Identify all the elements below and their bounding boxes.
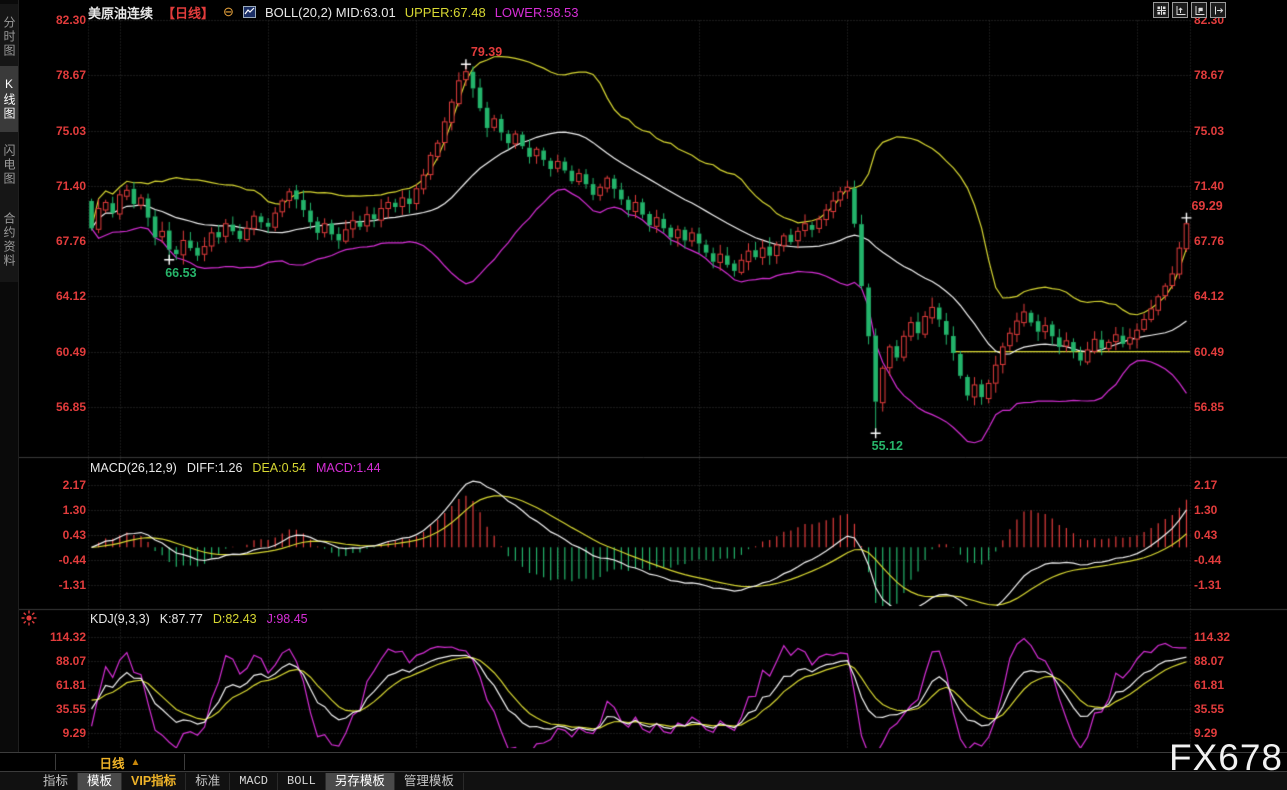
boll-upper-label: UPPER:67.48 — [405, 5, 486, 20]
macd-axis-label-right: 2.17 — [1194, 478, 1244, 492]
main-chart-header: 美原油连续 【日线】 ⊖ BOLL(20,2) MID:63.01 UPPER:… — [88, 4, 579, 20]
kdj-axis-label-right: 88.07 — [1194, 654, 1244, 668]
price-axis-label-left: 78.67 — [44, 68, 86, 82]
macd-axis-label-left: 0.43 — [44, 528, 86, 542]
price-axis-label-right: 75.03 — [1194, 124, 1244, 138]
price-annotation: 69.29 — [1191, 199, 1222, 213]
chart-type-sidebar: 分时图K线图闪电图合约资料 — [0, 0, 19, 790]
bottom-tab-indicator[interactable]: 指标 — [34, 773, 78, 790]
macd-axis-label-right: -0.44 — [1194, 553, 1244, 567]
kdj-axis-label-right: 61.81 — [1194, 678, 1244, 692]
bottom-tab-vip-indicator[interactable]: VIP指标 — [122, 773, 186, 790]
kdj-name: KDJ(9,3,3) — [90, 612, 150, 626]
macd-dea-value: DEA:0.54 — [252, 461, 306, 475]
kdj-panel-header: KDJ(9,3,3) K:87.77 D:82.43 J:98.45 — [90, 612, 308, 626]
macd-axis-label-left: -0.44 — [44, 553, 86, 567]
boll-lower-label: LOWER:58.53 — [495, 5, 579, 20]
indicator-toolbar: 指标模板VIP指标标准MACDBOLL另存模板管理模板 — [0, 771, 1287, 790]
price-annotation: 66.53 — [165, 266, 196, 280]
bottom-tab-save-template[interactable]: 另存模板 — [326, 773, 395, 790]
macd-axis-label-left: -1.31 — [44, 578, 86, 592]
price-axis-label-left: 71.40 — [44, 179, 86, 193]
shift-right-icon[interactable] — [1210, 2, 1226, 18]
chart-canvas[interactable] — [0, 0, 1287, 790]
collapse-icon[interactable]: ⊖ — [223, 4, 234, 20]
mini-chart-icon — [243, 6, 256, 18]
bottom-tab-standard[interactable]: 标准 — [186, 773, 230, 790]
price-axis-label-left: 75.03 — [44, 124, 86, 138]
macd-name: MACD(26,12,9) — [90, 461, 177, 475]
kdj-axis-label-right: 114.32 — [1194, 630, 1244, 644]
macd-diff-value: DIFF:1.26 — [187, 461, 243, 475]
price-axis-label-right: 64.12 — [1194, 289, 1244, 303]
period-tag: 【日线】 — [162, 3, 214, 22]
macd-axis-label-left: 1.30 — [44, 503, 86, 517]
kdj-d-value: D:82.43 — [213, 612, 257, 626]
kdj-j-value: J:98.45 — [267, 612, 308, 626]
boll-label: BOLL(20,2) MID:63.01 — [265, 5, 396, 20]
price-axis-label-right: 67.76 — [1194, 234, 1244, 248]
sidebar-item-timeshare-chart[interactable]: 分时图 — [0, 4, 18, 70]
kdj-axis-label-left: 61.81 — [44, 678, 86, 692]
kdj-axis-label-right: 35.55 — [1194, 702, 1244, 716]
price-annotation: 55.12 — [872, 439, 903, 453]
macd-axis-label-right: 1.30 — [1194, 503, 1244, 517]
price-axis-label-right: 56.85 — [1194, 400, 1244, 414]
axis-scale-right-icon[interactable] — [1191, 2, 1207, 18]
indicator-settings-icon[interactable] — [20, 609, 38, 627]
macd-panel-header: MACD(26,12,9) DIFF:1.26 DEA:0.54 MACD:1.… — [90, 461, 381, 475]
macd-axis-label-right: 0.43 — [1194, 528, 1244, 542]
symbol-name: 美原油连续 — [88, 3, 153, 22]
price-axis-label-left: 56.85 — [44, 400, 86, 414]
crosshair-icon[interactable] — [1153, 2, 1169, 18]
kdj-axis-label-left: 114.32 — [44, 630, 86, 644]
macd-axis-label-left: 2.17 — [44, 478, 86, 492]
bottom-tab-macd[interactable]: MACD — [230, 773, 278, 790]
bottom-tab-manage-template[interactable]: 管理模板 — [395, 773, 464, 790]
sidebar-item-contract-info[interactable]: 合约资料 — [0, 198, 18, 282]
price-axis-label-right: 60.49 — [1194, 345, 1244, 359]
kdj-axis-label-left: 35.55 — [44, 702, 86, 716]
axis-scale-left-icon[interactable] — [1172, 2, 1188, 18]
price-axis-label-left: 82.30 — [44, 13, 86, 27]
chevron-up-icon: ▲ — [131, 757, 141, 768]
period-selector-button[interactable]: 日线 ▲ — [55, 754, 185, 770]
price-axis-label-left: 60.49 — [44, 345, 86, 359]
period-label: 日线 — [100, 753, 125, 772]
price-axis-label-left: 67.76 — [44, 234, 86, 248]
chart-toolbar — [1153, 2, 1226, 18]
x-axis-row: 日线 ▲ — [0, 752, 1287, 772]
bottom-tab-template[interactable]: 模板 — [78, 773, 122, 790]
macd-axis-label-right: -1.31 — [1194, 578, 1244, 592]
price-axis-label-left: 64.12 — [44, 289, 86, 303]
price-annotation: 79.39 — [471, 45, 502, 59]
sidebar-item-kline-chart[interactable]: K线图 — [0, 66, 18, 132]
bottom-tab-boll[interactable]: BOLL — [278, 773, 326, 790]
sidebar-item-flash-chart[interactable]: 闪电图 — [0, 132, 18, 198]
watermark: FX678 — [1169, 737, 1283, 779]
kdj-k-value: K:87.77 — [160, 612, 203, 626]
macd-value: MACD:1.44 — [316, 461, 381, 475]
price-axis-label-right: 71.40 — [1194, 179, 1244, 193]
chart-application: 分时图K线图闪电图合约资料 美原油连续 【日线】 ⊖ BOLL(20,2) MI… — [0, 0, 1287, 790]
kdj-axis-label-left: 88.07 — [44, 654, 86, 668]
kdj-axis-label-left: 9.29 — [44, 726, 86, 740]
price-axis-label-right: 78.67 — [1194, 68, 1244, 82]
